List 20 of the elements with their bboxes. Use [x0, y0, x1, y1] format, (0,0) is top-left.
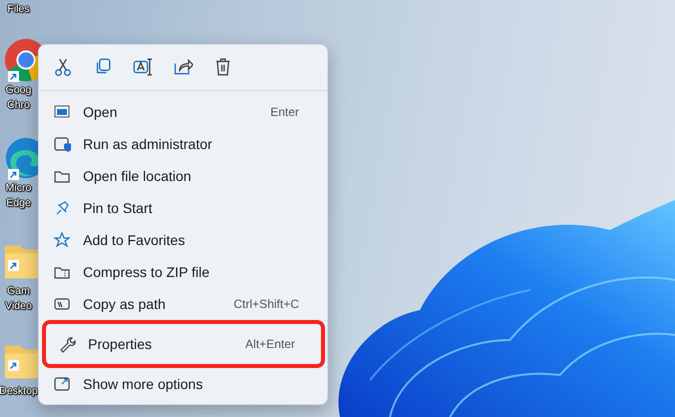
expand-icon: [53, 375, 71, 393]
shortcut-arrow-icon: [8, 169, 19, 180]
shortcut-arrow-icon: [8, 71, 19, 82]
shield-window-icon: [53, 135, 71, 153]
menu-item[interactable]: Copy as path Ctrl+Shift+C: [43, 288, 323, 320]
menu-item[interactable]: Run as administrator: [43, 128, 323, 160]
cut-icon: [53, 57, 73, 77]
menu-item[interactable]: Add to Favorites: [43, 224, 323, 256]
shortcut-arrow-icon: [8, 260, 19, 271]
menu-item[interactable]: Open file location: [43, 160, 323, 192]
star-icon: [53, 231, 71, 249]
menu-item[interactable]: Compress to ZIP file: [43, 256, 323, 288]
menu-item[interactable]: Open Enter: [43, 96, 323, 128]
share-icon: [173, 57, 193, 77]
rename-icon: [133, 57, 153, 77]
shortcut-arrow-icon: [8, 360, 19, 371]
menu-item[interactable]: Properties Alt+Enter: [48, 326, 319, 362]
menu-item[interactable]: Pin to Start: [43, 192, 323, 224]
wrench-icon: [58, 335, 76, 353]
menu-item[interactable]: Show more options: [43, 368, 323, 400]
